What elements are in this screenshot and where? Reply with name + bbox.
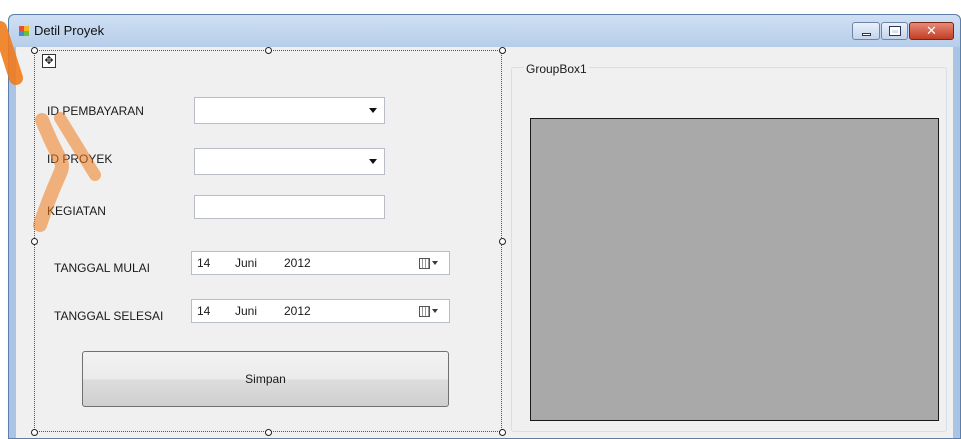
calendar-icon	[419, 305, 430, 317]
move-icon[interactable]: ✥	[42, 54, 56, 68]
chevron-down-icon[interactable]	[369, 108, 377, 113]
kegiatan-field[interactable]	[194, 195, 385, 219]
calendar-dropdown-button[interactable]	[419, 256, 445, 270]
close-icon: ✕	[926, 23, 937, 39]
resize-handle[interactable]	[265, 429, 272, 436]
tanggal-selesai-datepicker[interactable]: 14 Juni 2012	[191, 299, 450, 323]
title-bar[interactable]: Detil Proyek ✕	[9, 15, 960, 47]
app-icon	[19, 26, 29, 36]
chevron-down-icon	[432, 309, 438, 313]
id-proyek-label: ID PROYEK	[47, 152, 113, 166]
resize-handle[interactable]	[499, 429, 506, 436]
tanggal-mulai-label: TANGGAL MULAI	[54, 261, 151, 275]
maximize-button[interactable]	[881, 22, 908, 40]
kegiatan-label: KEGIATAN	[47, 204, 106, 218]
tanggal-selesai-label: TANGGAL SELESAI	[54, 309, 164, 323]
chevron-down-icon	[432, 261, 438, 265]
resize-handle[interactable]	[31, 238, 38, 245]
maximize-icon	[888, 26, 901, 36]
resize-handle[interactable]	[31, 47, 38, 54]
tanggal-mulai-datepicker[interactable]: 14 Juni 2012	[191, 251, 450, 275]
id-pembayaran-label: ID PEMBAYARAN	[47, 104, 144, 118]
resize-handle[interactable]	[265, 47, 272, 54]
preview-panel	[530, 118, 939, 421]
window-title: Detil Proyek	[34, 23, 105, 38]
date-year[interactable]: 2012	[284, 256, 311, 270]
close-button[interactable]: ✕	[909, 22, 954, 40]
groupbox-title: GroupBox1	[524, 62, 589, 76]
minimize-button[interactable]	[852, 22, 880, 40]
date-day[interactable]: 14	[197, 256, 210, 270]
date-month[interactable]: Juni	[235, 304, 257, 318]
save-button[interactable]: Simpan	[82, 351, 449, 407]
date-day[interactable]: 14	[197, 304, 210, 318]
minimize-icon	[861, 32, 871, 36]
resize-handle[interactable]	[499, 47, 506, 54]
date-year[interactable]: 2012	[284, 304, 311, 318]
form-window: Detil Proyek ✕ ✥ ID PEMBAYARAN ID PROYEK…	[8, 14, 961, 439]
resize-handle[interactable]	[499, 238, 506, 245]
calendar-dropdown-button[interactable]	[419, 304, 445, 318]
form-client-area: ✥ ID PEMBAYARAN ID PROYEK KEGIATAN TANGG…	[16, 47, 953, 438]
id-proyek-combobox[interactable]	[194, 148, 385, 175]
id-pembayaran-combobox[interactable]	[194, 97, 385, 124]
resize-handle[interactable]	[31, 429, 38, 436]
chevron-down-icon[interactable]	[369, 159, 377, 164]
date-month[interactable]: Juni	[235, 256, 257, 270]
calendar-icon	[419, 257, 430, 269]
